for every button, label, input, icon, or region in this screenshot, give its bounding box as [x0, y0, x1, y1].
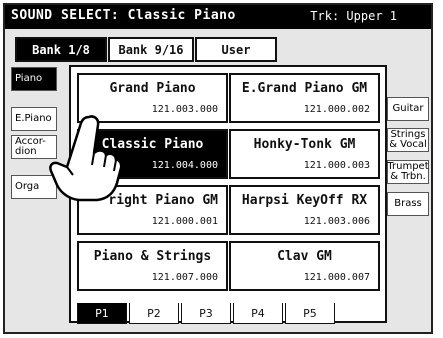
sound-button-harpsi-keyoff-rx[interactable]: Harpsi KeyOff RX 121.003.006	[229, 185, 380, 235]
sound-select-screen: SOUND SELECT: Classic Piano Trk: Upper 1…	[3, 3, 433, 334]
sound-code: 121.007.000	[151, 272, 218, 283]
category-piano[interactable]: Piano	[11, 67, 57, 91]
tab-page-2[interactable]: P2	[129, 303, 179, 324]
page-title: SOUND SELECT: Classic Piano	[11, 8, 236, 23]
sound-code: 121.003.006	[303, 216, 370, 227]
category-guitar[interactable]: Guitar	[387, 97, 429, 121]
sound-button-e-grand-piano-gm[interactable]: E.Grand Piano GM 121.000.002	[229, 73, 380, 123]
sound-name: Honky-Tonk GM	[253, 137, 356, 152]
tab-page-3[interactable]: P3	[181, 303, 231, 324]
sound-code: 121.003.000	[151, 104, 218, 115]
category-strings-vocal[interactable]: Strings & Vocal	[387, 128, 429, 152]
sound-button-clav-gm[interactable]: Clav GM 121.000.007	[229, 241, 380, 291]
category-brass[interactable]: Brass	[387, 192, 429, 216]
tab-bank-1-8[interactable]: Bank 1/8	[15, 37, 107, 62]
sound-name: Piano & Strings	[93, 249, 212, 264]
sound-name: E.Grand Piano GM	[241, 81, 368, 96]
sound-name: Harpsi KeyOff RX	[241, 193, 368, 208]
sound-name: Grand Piano	[109, 81, 196, 96]
sound-code: 121.000.001	[151, 216, 218, 227]
sound-name: Clav GM	[277, 249, 332, 264]
sound-code: 121.000.007	[303, 272, 370, 283]
title-bar: SOUND SELECT: Classic Piano Trk: Upper 1	[5, 5, 431, 29]
tab-user[interactable]: User	[195, 37, 277, 62]
track-indicator: Trk: Upper 1	[310, 9, 397, 23]
tab-page-1[interactable]: P1	[77, 303, 127, 324]
sound-button-piano-strings[interactable]: Piano & Strings 121.007.000	[77, 241, 228, 291]
sound-code: 121.000.003	[303, 160, 370, 171]
sound-code: 121.004.000	[151, 160, 218, 171]
tab-page-4[interactable]: P4	[233, 303, 283, 324]
sound-code: 121.000.002	[303, 104, 370, 115]
tab-page-5[interactable]: P5	[285, 303, 335, 324]
tab-bank-9-16[interactable]: Bank 9/16	[108, 37, 194, 62]
pointing-hand-icon	[49, 115, 121, 202]
category-trumpet-trombone[interactable]: Trumpet & Trbn.	[387, 160, 429, 184]
sound-button-honky-tonk-gm[interactable]: Honky-Tonk GM 121.000.003	[229, 129, 380, 179]
